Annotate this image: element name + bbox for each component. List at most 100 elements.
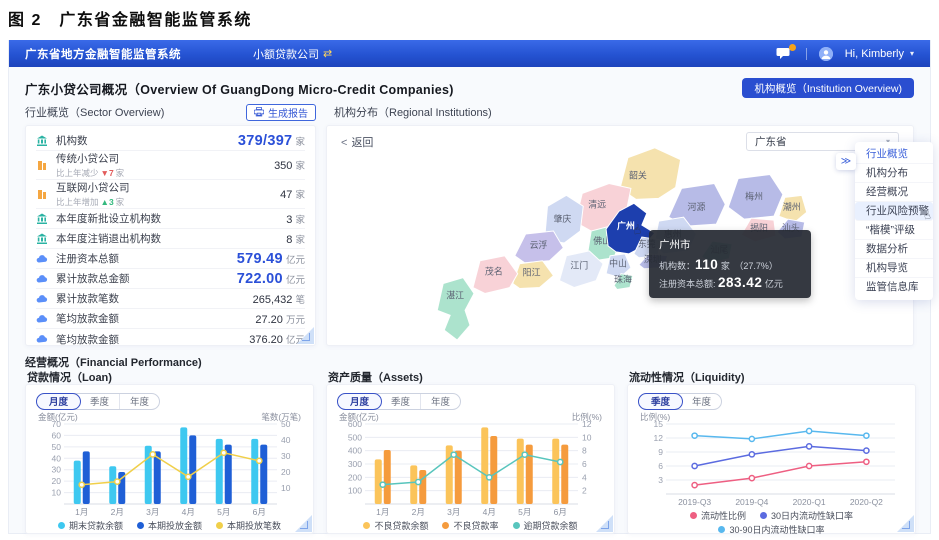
stat-row: 笔均放款金额376.20 亿元 [36,329,305,349]
tooltip-city: 广州市 [659,237,801,252]
building-icon [36,159,50,171]
back-button[interactable]: <返回 [341,134,373,150]
svg-text:2月: 2月 [111,507,124,517]
legend-item[interactable]: 本期投放笔数 [216,519,281,532]
svg-text:15: 15 [654,419,664,429]
legend-item[interactable]: 30日内流动性缺口率 [760,509,853,522]
expand-corner-icon[interactable] [295,515,312,532]
legend-item[interactable]: 30-90日内流动性缺口率 [718,523,824,536]
tab-1-2[interactable]: 年度 [421,394,460,409]
period-tabs: 月度季度年度 [337,393,461,410]
legend-dot-icon [760,512,767,519]
map-region-label: 湛江 [446,290,464,300]
map-region-label: 河源 [688,201,706,212]
svg-text:8: 8 [582,446,587,456]
menu-collapse-button[interactable]: ≫ [836,153,856,170]
topbar-divider [806,48,807,60]
svg-text:3月: 3月 [447,507,460,517]
stat-row: 机构数379/397 家 [36,131,305,151]
legend-item[interactable]: 本期投放金额 [137,519,202,532]
svg-text:6: 6 [658,461,663,471]
bank-icon [36,213,50,225]
stat-subtext: 比上年增加▲3家 [56,196,280,208]
up-arrow-icon: ▲3 [101,197,114,207]
menu-item[interactable]: 行业概览 [855,145,933,164]
stat-label: 注册资本总额 [56,251,237,266]
period-tabs: 月度季度年度 [36,393,160,410]
svg-text:2019-Q3: 2019-Q3 [678,497,711,507]
notification-badge [789,44,796,51]
chart-title: 流动性情况（Liquidity) [629,369,916,384]
svg-text:6: 6 [582,459,587,469]
svg-text:30: 30 [281,451,291,461]
legend-item[interactable]: 期末贷款余额 [58,519,123,532]
legend-item[interactable]: 逾期贷款余额 [513,519,578,532]
assets-chart[interactable]: 金额(亿元) 比例(%) 100200300400500600246810121… [337,411,604,519]
financial-performance-title: 经营概况（Financial Performance) [25,354,914,368]
nav-item-micro-credit[interactable]: 小额贷款公司 ⇄ [253,46,332,62]
expand-corner-icon[interactable] [297,327,314,344]
menu-item[interactable]: 行业风险预警☝ [855,202,933,221]
legend-dot-icon [513,522,520,529]
map-region-label: 梅州 [745,190,763,201]
bank-icon [36,233,50,245]
menu-item-label: 监管信息库 [866,281,919,293]
loan-chart[interactable]: 金额(亿元) 笔数(万笔) 1020304050607010203040501月… [36,411,303,519]
stat-row: 互联网小贷公司比上年增加▲3家47 家 [36,180,305,209]
expand-corner-icon[interactable] [596,515,613,532]
expand-corner-icon[interactable] [897,515,914,532]
notification-bell-icon[interactable] [776,47,792,61]
tab-1-1[interactable]: 季度 [381,394,421,409]
svg-text:4月: 4月 [182,507,195,517]
menu-item[interactable]: “楷模”评级 [855,221,933,240]
tab-2-0[interactable]: 季度 [638,393,683,410]
tab-2-1[interactable]: 年度 [682,394,721,409]
svg-text:50: 50 [52,442,62,452]
svg-text:400: 400 [348,446,362,456]
menu-item[interactable]: 监管信息库 [855,278,933,297]
stat-label: 累计放款总金额 [56,271,237,286]
assets-chart-card: 月度季度年度 金额(亿元) 比例(%) 10020030040050060024… [326,384,615,534]
menu-item-label: 行业概览 [866,148,908,160]
liquidity-chart[interactable]: 比例(%) 36912152019-Q32019-Q42020-Q12020-Q… [638,411,905,509]
stat-label: 笔均放款金额 [56,311,255,326]
user-greeting: Hi, Kimberly [845,48,904,60]
period-tabs: 季度年度 [638,393,722,410]
stat-label: 传统小贷公司 [56,151,274,166]
menu-item[interactable]: 机构分布 [855,164,933,183]
tab-0-2[interactable]: 年度 [120,394,159,409]
menu-item-label: “楷模”评级 [866,224,915,236]
svg-text:20: 20 [52,476,62,486]
bank-icon [36,135,50,147]
stat-value: 3 家 [286,212,305,226]
stat-label: 机构数 [56,133,238,148]
legend-dot-icon [442,522,449,529]
svg-text:4月: 4月 [483,507,496,517]
cloud-icon [36,273,50,285]
swap-arrows-icon: ⇄ [323,47,332,60]
svg-text:10: 10 [281,483,291,493]
map-region-label: 清远 [588,198,606,209]
institution-overview-button[interactable]: 机构概览（Institution Overview) [742,78,914,98]
regional-map-card: 韶关清远河源梅州潮州汕头揭阳惠州汕尾肇庆云浮佛山广州东莞深圳中山珠海江门阳江茂名… [326,125,914,346]
cloud-icon [36,313,50,325]
map-region[interactable] [437,278,474,340]
generate-report-button[interactable]: 生成报告 [246,104,316,121]
chart-legend: 期末贷款余额 本期投放金额 本期投放笔数 [36,519,303,532]
svg-text:600: 600 [348,419,362,429]
stat-value: 722.00 亿元 [237,271,305,287]
tab-0-1[interactable]: 季度 [80,394,120,409]
menu-item[interactable]: 机构导览 [855,259,933,278]
legend-item[interactable]: 不良贷款率 [442,519,498,532]
cloud-icon [36,293,50,305]
menu-item-label: 机构导览 [866,262,908,274]
tab-0-0[interactable]: 月度 [36,393,81,410]
menu-item[interactable]: 经营概况 [855,183,933,202]
side-menu: 行业概览机构分布经营概况行业风险预警☝ “楷模”评级数据分析机构导览监管信息库 [855,142,933,300]
legend-item[interactable]: 流动性比例 [690,509,746,522]
tab-1-0[interactable]: 月度 [337,393,382,410]
nav-label: 小额贷款公司 [253,46,319,62]
legend-item[interactable]: 不良贷款余额 [363,519,428,532]
menu-item[interactable]: 数据分析 [855,240,933,259]
user-menu[interactable]: Hi, Kimberly ▾ [819,47,914,61]
